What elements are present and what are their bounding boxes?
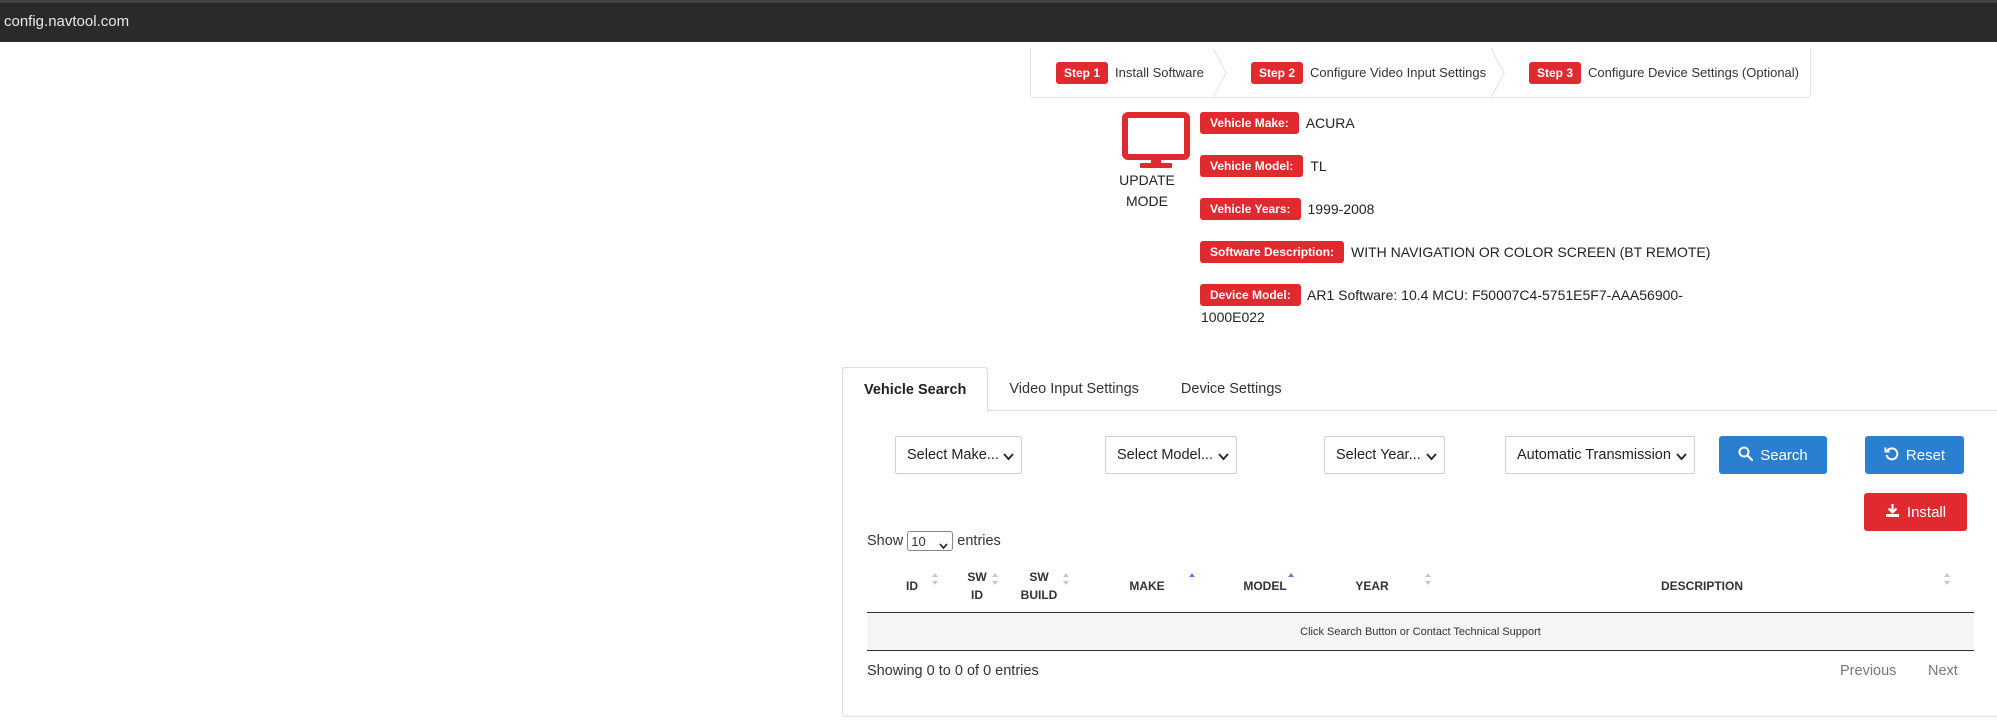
step-3-badge: Step 3 — [1529, 61, 1582, 84]
vehicle-model-value: TL — [1310, 158, 1327, 174]
chevron-down-icon — [1218, 450, 1229, 466]
sort-icon — [931, 572, 939, 591]
column-header-sw-id[interactable]: SW ID — [957, 558, 999, 613]
show-label: Show — [867, 533, 904, 549]
software-description-value: WITH NAVIGATION OR COLOR SCREEN (BT REMO… — [1351, 244, 1711, 260]
vehicle-years-badge: Vehicle Years: — [1200, 198, 1301, 220]
step-2[interactable]: Step 2 Configure Video Input Settings — [1226, 48, 1505, 98]
make-select-value: Select Make... — [907, 447, 999, 463]
year-select[interactable]: Select Year... — [1324, 436, 1445, 474]
install-button-label: Install — [1906, 503, 1947, 521]
search-icon — [1738, 446, 1754, 465]
table-header: ID SW ID SW BUILD MAKE MODEL YEAR DESCRI… — [867, 558, 1974, 613]
column-header-description[interactable]: DESCRIPTION — [1637, 558, 1950, 613]
install-button[interactable]: Install — [1864, 493, 1967, 531]
download-icon — [1885, 503, 1900, 522]
chevron-down-icon — [1003, 450, 1014, 466]
year-select-value: Select Year... — [1336, 447, 1421, 463]
url-text[interactable]: config.navtool.com — [4, 13, 129, 30]
reset-button-label: Reset — [1905, 446, 1946, 464]
chevron-down-icon — [1426, 450, 1437, 466]
chevron-down-icon — [1676, 450, 1687, 466]
transmission-select[interactable]: Automatic Transmission — [1505, 436, 1695, 474]
page-length-select[interactable]: 10 — [907, 531, 954, 553]
column-header-id[interactable]: ID — [897, 558, 938, 613]
table-info: Showing 0 to 0 of 0 entries — [867, 663, 1039, 679]
column-header-sw-build[interactable]: SW BUILD — [1014, 558, 1069, 613]
update-mode-label: UPDATE MODE — [1119, 172, 1175, 209]
reset-button[interactable]: Reset — [1865, 436, 1964, 474]
step-1-label: Install Software — [1115, 65, 1204, 80]
device-model-value: AR1 Software: 10.4 MCU: F50007C4-5751E5F… — [1201, 287, 1683, 325]
column-header-make[interactable]: MAKE — [1122, 558, 1195, 613]
tab-bar: Vehicle Search Video Input Settings Devi… — [842, 367, 1303, 412]
vehicle-make-value: ACURA — [1305, 115, 1355, 131]
step-indicator: Step 1 Install Software Step 2 Configure… — [1030, 48, 1811, 98]
column-header-year[interactable]: YEAR — [1347, 558, 1431, 613]
sort-icon — [1943, 572, 1951, 591]
empty-message: Click Search Button or Contact Technical… — [1300, 625, 1541, 638]
step-3-label: Configure Device Settings (Optional) — [1588, 65, 1800, 80]
sort-icon — [1424, 572, 1432, 591]
model-select-value: Select Model... — [1117, 447, 1213, 463]
search-button[interactable]: Search — [1719, 436, 1827, 474]
chevron-separator-icon — [1213, 48, 1227, 98]
monitor-icon — [1122, 112, 1190, 170]
vehicle-make-badge: Vehicle Make: — [1200, 112, 1299, 134]
previous-page-button[interactable]: Previous — [1840, 663, 1896, 679]
tab-device-settings[interactable]: Device Settings — [1160, 367, 1303, 411]
sort-icon — [1062, 572, 1070, 591]
make-select[interactable]: Select Make... — [895, 436, 1022, 474]
sort-ascending-icon — [1287, 572, 1295, 591]
step-2-label: Configure Video Input Settings — [1310, 65, 1487, 80]
vehicle-model-badge: Vehicle Model: — [1200, 155, 1304, 177]
step-1-badge: Step 1 — [1056, 61, 1109, 84]
column-header-model[interactable]: MODEL — [1235, 558, 1295, 613]
undo-icon — [1884, 446, 1899, 465]
vehicle-make-row: Vehicle Make: ACURA — [1200, 112, 1355, 134]
chevron-down-icon — [939, 538, 948, 553]
next-page-button[interactable]: Next — [1928, 663, 1958, 679]
tab-video-input-settings[interactable]: Video Input Settings — [988, 367, 1160, 411]
search-button-label: Search — [1760, 446, 1808, 464]
chevron-separator-icon — [1491, 48, 1505, 98]
sort-ascending-icon — [1188, 572, 1196, 591]
vehicle-years-row: Vehicle Years: 1999-2008 — [1200, 198, 1374, 220]
vehicle-years-value: 1999-2008 — [1307, 201, 1375, 217]
transmission-select-value: Automatic Transmission — [1517, 447, 1671, 463]
tab-vehicle-search[interactable]: Vehicle Search — [842, 367, 989, 412]
page-length-control: Show 10 entries — [867, 531, 1001, 551]
table-empty-row: Click Search Button or Contact Technical… — [867, 613, 1974, 651]
sort-icon — [991, 572, 999, 591]
step-3[interactable]: Step 3 Configure Device Settings (Option… — [1504, 48, 1810, 97]
software-description-badge: Software Description: — [1200, 241, 1345, 263]
step-2-badge: Step 2 — [1251, 61, 1304, 84]
software-description-row: Software Description: WITH NAVIGATION OR… — [1200, 241, 1710, 263]
browser-titlebar: config.navtool.com — [0, 0, 1997, 42]
vehicle-model-row: Vehicle Model: TL — [1200, 155, 1327, 177]
step-1[interactable]: Step 1 Install Software — [1031, 48, 1227, 98]
model-select[interactable]: Select Model... — [1105, 436, 1237, 474]
entries-label: entries — [957, 533, 1001, 549]
